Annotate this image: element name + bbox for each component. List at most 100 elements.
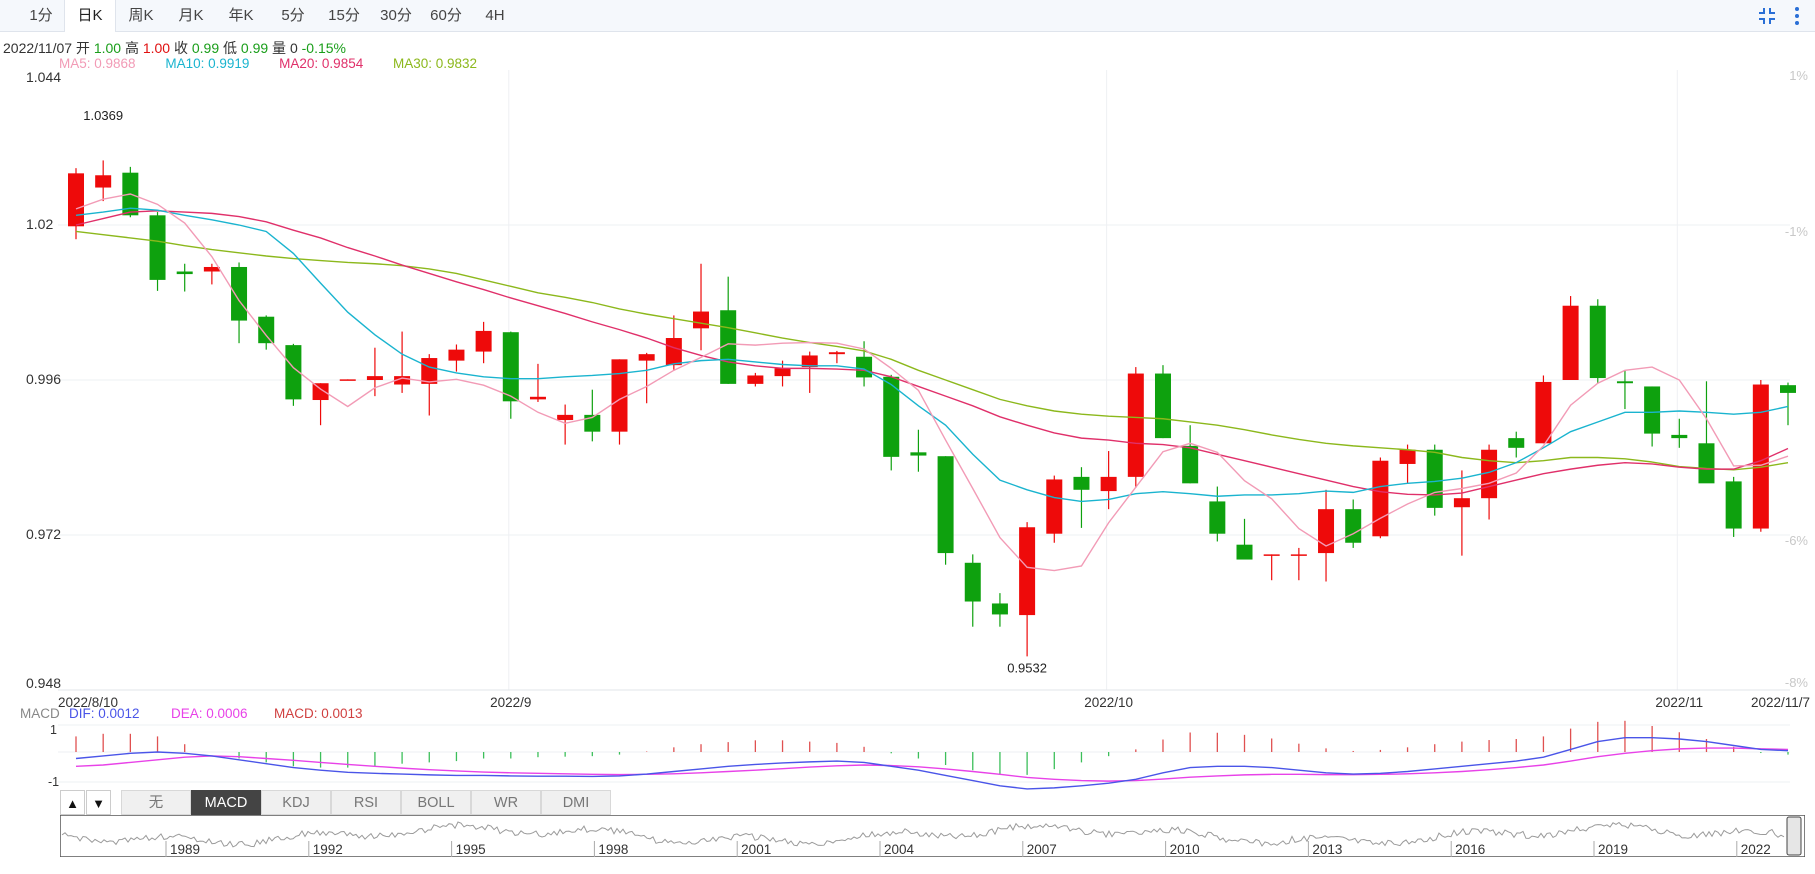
navigator-year-label: 1998 xyxy=(598,842,628,857)
tab-1min[interactable]: 1分 xyxy=(18,0,64,31)
legend-ma5: MA5: 0.9868 xyxy=(59,56,136,71)
legend-ma20: MA20: 0.9854 xyxy=(279,56,364,71)
indicator-tab-boll[interactable]: BOLL xyxy=(401,790,471,815)
macd-tick-label: 1 xyxy=(50,723,57,737)
pct-tick-label: -8% xyxy=(1785,675,1809,690)
navigator-year-label: 2016 xyxy=(1455,842,1485,857)
candle-body xyxy=(258,316,275,344)
candle-body xyxy=(529,396,546,400)
indicator-tab-none[interactable]: 无 xyxy=(121,790,191,815)
candle-body xyxy=(937,456,954,554)
open-value: 1.00 xyxy=(93,40,122,56)
arrow-up-button[interactable]: ▲ xyxy=(60,790,85,815)
indicator-tab-kdj[interactable]: KDJ xyxy=(261,790,331,815)
indicator-tab-wr[interactable]: WR xyxy=(471,790,541,815)
candle-body xyxy=(1372,460,1389,537)
dea-label: DEA: 0.0006 xyxy=(171,706,248,721)
pct-tick-label: -6% xyxy=(1785,533,1809,548)
high-price-label: 1.0369 xyxy=(83,108,123,123)
tab-60min[interactable]: 60分 xyxy=(420,0,472,31)
candle-body xyxy=(1698,443,1715,484)
candle-body xyxy=(1562,305,1579,380)
navigator-year-label: 2022 xyxy=(1741,842,1771,857)
candle-body xyxy=(421,358,438,384)
candle-body xyxy=(1127,373,1144,477)
macd-title: MACD xyxy=(20,706,60,721)
candle-body xyxy=(1073,476,1090,490)
candle-body xyxy=(1780,385,1796,393)
candle-body xyxy=(1263,554,1280,556)
candle-body xyxy=(991,603,1008,615)
tab-15min[interactable]: 15分 xyxy=(318,0,370,31)
tab-daily-k[interactable]: 日K xyxy=(64,0,116,32)
tab-5min[interactable]: 5分 xyxy=(268,0,318,31)
candle-body xyxy=(856,356,873,378)
candle-body xyxy=(1453,498,1470,508)
candle-body xyxy=(638,354,655,361)
high-label: 高 xyxy=(124,40,139,56)
candle-body xyxy=(1345,509,1362,543)
candlestick-chart[interactable]: 1.0441.020.9960.9720.9481%-1%-6%-8%2022/… xyxy=(0,70,1815,710)
navigator-handle[interactable] xyxy=(1786,816,1802,856)
candle-body xyxy=(231,266,248,321)
arrow-down-button[interactable]: ▼ xyxy=(86,790,111,815)
volume-label: 量 xyxy=(272,40,287,56)
macd-tick-label: -1 xyxy=(48,775,59,789)
tab-weekly-k[interactable]: 周K xyxy=(116,0,166,31)
price-tick-label: 0.972 xyxy=(26,526,61,542)
pct-tick-label: 1% xyxy=(1789,70,1808,83)
candle-body xyxy=(910,452,927,456)
candle-body xyxy=(1426,449,1443,508)
candle-body xyxy=(1752,384,1769,529)
candle-body xyxy=(964,562,981,602)
candle-body xyxy=(502,332,519,402)
candle-body xyxy=(1182,445,1199,484)
indicator-tab-macd[interactable]: MACD xyxy=(191,790,261,815)
price-tick-label: 0.996 xyxy=(26,371,61,387)
candle-body xyxy=(1019,527,1036,616)
tab-yearly-k[interactable]: 年K xyxy=(216,0,266,31)
tab-monthly-k[interactable]: 月K xyxy=(166,0,216,31)
quote-summary: 2022/11/07 开 1.00 高 1.00 收 0.99 低 0.99 量… xyxy=(3,38,346,58)
navigator-year-label: 2007 xyxy=(1027,842,1057,857)
tab-4h[interactable]: 4H xyxy=(472,0,518,31)
tab-30min[interactable]: 30分 xyxy=(370,0,422,31)
indicator-tab-dmi[interactable]: DMI xyxy=(541,790,611,815)
candle-body xyxy=(1508,438,1525,448)
candle-body xyxy=(665,338,682,366)
candle-body xyxy=(611,359,628,432)
candle-body xyxy=(95,175,112,188)
candle-body xyxy=(1671,434,1688,439)
high-value: 1.00 xyxy=(142,40,171,56)
candle-body xyxy=(774,368,791,377)
candle-body xyxy=(1399,449,1416,464)
candle-body xyxy=(693,311,710,329)
more-icon[interactable] xyxy=(1790,6,1804,26)
price-tick-label: 1.02 xyxy=(26,216,53,232)
ma30-line xyxy=(75,230,1789,471)
time-navigator[interactable]: 1989 1992 1995 1998 2001 2004 2007 2010 2013 2016… xyxy=(60,815,1805,857)
macd-chart[interactable]: MACD DIF: 0.0012 DEA: 0.0006 MACD: 0.0013 1 -… xyxy=(0,700,1815,790)
close-label: 收 xyxy=(173,40,188,56)
candle-body xyxy=(1589,305,1606,379)
low-label: 低 xyxy=(223,40,238,56)
candle-body xyxy=(557,414,574,421)
navigator-year-label: 2010 xyxy=(1170,842,1200,857)
candle-body xyxy=(1644,386,1661,434)
close-value: 0.99 xyxy=(191,40,220,56)
ma5-line xyxy=(75,193,1789,572)
legend-ma30: MA30: 0.9832 xyxy=(392,56,478,71)
candle-body xyxy=(149,215,166,280)
compress-icon[interactable] xyxy=(1756,6,1778,26)
legend-ma10: MA10: 0.9919 xyxy=(165,56,250,71)
macd-value-label: MACD: 0.0013 xyxy=(274,706,363,721)
volume-value: 0 xyxy=(289,40,298,56)
dif-label: DIF: 0.0012 xyxy=(69,706,140,721)
price-tick-label: 0.948 xyxy=(26,675,61,691)
candle-body xyxy=(68,173,84,227)
change-value: -0.15% xyxy=(301,40,346,56)
candle-body xyxy=(1209,501,1226,534)
indicator-tab-rsi[interactable]: RSI xyxy=(331,790,401,815)
candle-body xyxy=(366,376,383,380)
candle-body xyxy=(1535,381,1552,444)
